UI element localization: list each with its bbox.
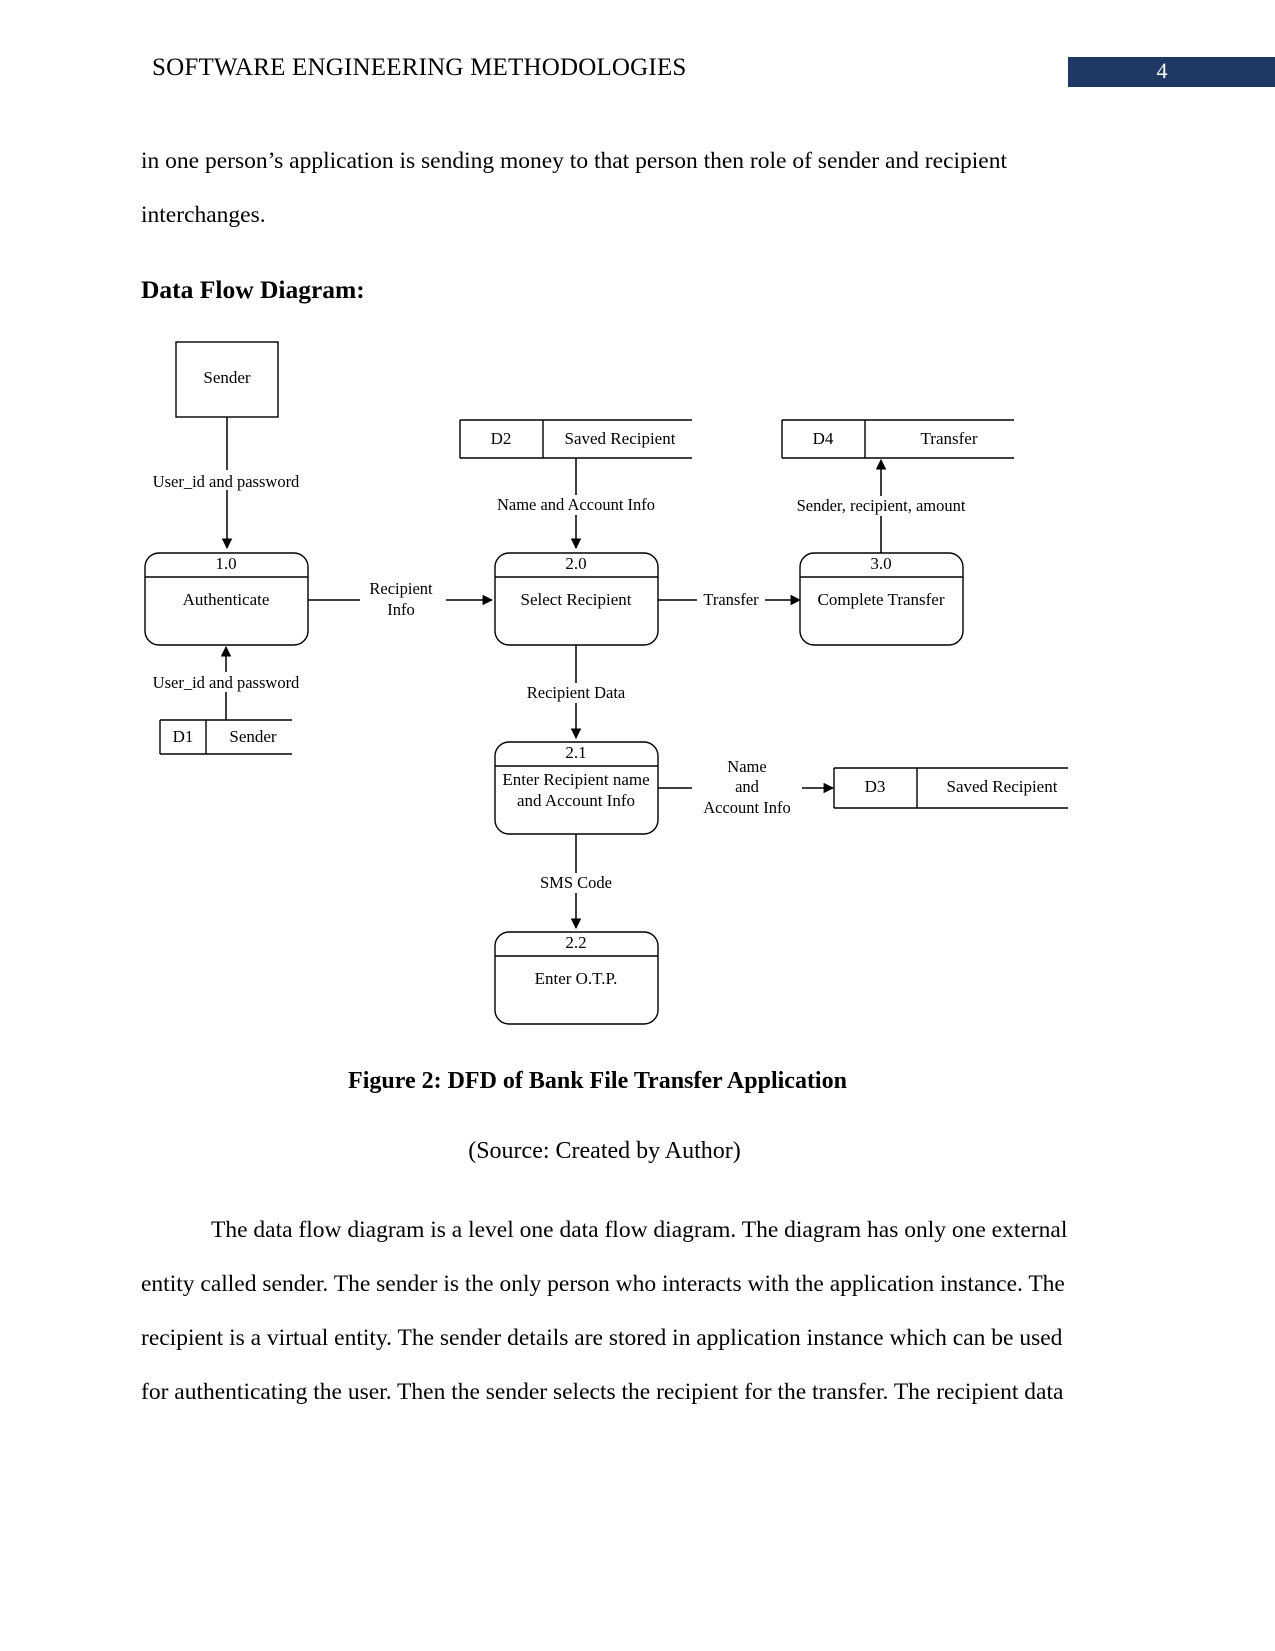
data-store-d3-label: Saved Recipient (947, 777, 1058, 796)
process-2-1-enter-recipient-name: 2.1 Enter Recipient name and Account Inf… (494, 741, 659, 835)
paragraph-intro-line-2: interchanges. (141, 202, 266, 228)
process-2-2-enter-otp: 2.2 Enter O.T.P. (494, 931, 659, 1025)
flow-name-and-account-info-d3: Name and Account Info (658, 757, 835, 821)
paragraph-description-line-4: for authenticating the user. Then the se… (141, 1379, 1064, 1405)
external-entity-sender-label: Sender (203, 368, 251, 387)
process-3-0-number: 3.0 (870, 554, 891, 573)
page-number: 4 (1156, 58, 1168, 83)
data-store-d2-code: D2 (491, 429, 512, 448)
process-2-1-label-line-2: and Account Info (517, 791, 635, 810)
paragraph-description-line-2: entity called sender. The sender is the … (141, 1271, 1065, 1297)
process-1-0-number: 1.0 (215, 554, 236, 573)
data-store-d3-code: D3 (865, 777, 886, 796)
flow-label-recipient-info-line-1: Recipient (369, 579, 433, 598)
flow-transfer: Transfer (658, 590, 802, 610)
flow-user-id-password-from-d1: User_id and password (150, 645, 302, 720)
data-store-d2-label: Saved Recipient (565, 429, 676, 448)
flow-label-user-id-password-top: User_id and password (153, 472, 300, 491)
process-2-1-label-line-1: Enter Recipient name (502, 770, 649, 789)
process-3-0-complete-transfer: 3.0 Complete Transfer (799, 552, 964, 646)
process-2-0-label: Select Recipient (521, 590, 632, 609)
flow-label-transfer: Transfer (703, 590, 759, 609)
paragraph-description-line-1: The data flow diagram is a level one dat… (211, 1217, 1068, 1243)
flow-label-name-and-account-info-line-2: and (735, 777, 760, 796)
external-entity-sender: Sender (175, 341, 279, 418)
paragraph-description-line-3: recipient is a virtual entity. The sende… (141, 1325, 1063, 1351)
process-2-1-number: 2.1 (565, 743, 586, 762)
data-store-d3: D3 Saved Recipient (833, 767, 1068, 809)
flow-label-recipient-info-line-2: Info (387, 600, 415, 619)
data-store-d1-label: Sender (229, 727, 277, 746)
flow-label-recipient-data: Recipient Data (527, 683, 626, 702)
paragraph-intro-line-1: in one person’s application is sending m… (141, 148, 1008, 174)
flow-user-id-password-from-sender: User_id and password (150, 417, 302, 550)
flow-sms-code: SMS Code (521, 834, 631, 930)
flow-label-sms-code: SMS Code (540, 873, 612, 892)
flow-label-sender-recipient-amount: Sender, recipient, amount (797, 496, 966, 515)
figure-caption: Figure 2: DFD of Bank File Transfer Appl… (348, 1068, 847, 1094)
section-heading-data-flow-diagram: Data Flow Diagram: (141, 275, 365, 304)
data-flow-diagram: Sender User_id and password 1.0 Authenti… (0, 320, 1275, 1060)
paragraph-intro: in one person’s application is sending m… (141, 134, 1107, 242)
process-2-2-label: Enter O.T.P. (535, 969, 618, 988)
process-1-0-label: Authenticate (183, 590, 270, 609)
data-store-d4: D4 Transfer (781, 419, 1014, 459)
data-store-d4-label: Transfer (921, 429, 978, 448)
flow-label-name-and-account-info: Name and Account Info (497, 495, 655, 514)
data-store-d1: D1 Sender (159, 719, 292, 755)
process-2-2-number: 2.2 (565, 933, 586, 952)
page-header: SOFTWARE ENGINEERING METHODOLOGIES 4 (0, 0, 1275, 110)
process-2-0-select-recipient: 2.0 Select Recipient (494, 552, 659, 646)
data-store-d4-code: D4 (813, 429, 834, 448)
paragraph-description: The data flow diagram is a level one dat… (141, 1203, 1081, 1419)
flow-recipient-data: Recipient Data (497, 645, 655, 740)
process-3-0-label: Complete Transfer (817, 590, 944, 609)
flow-sender-recipient-amount: Sender, recipient, amount (789, 458, 973, 553)
process-1-0-authenticate: 1.0 Authenticate (144, 552, 309, 646)
flow-recipient-info: Recipient Info (308, 578, 494, 622)
figure-source: (Source: Created by Author) (468, 1138, 741, 1164)
flow-label-name-and-account-info-line-3: Account Info (703, 798, 791, 817)
header-title: SOFTWARE ENGINEERING METHODOLOGIES (152, 54, 687, 81)
flow-name-and-account-info-d2: Name and Account Info (487, 458, 665, 550)
data-store-d2: D2 Saved Recipient (459, 419, 692, 459)
flow-label-name-and-account-info-line-1: Name (727, 757, 766, 776)
data-store-d1-code: D1 (173, 727, 194, 746)
process-2-0-number: 2.0 (565, 554, 586, 573)
flow-label-user-id-password-bottom: User_id and password (153, 673, 300, 692)
